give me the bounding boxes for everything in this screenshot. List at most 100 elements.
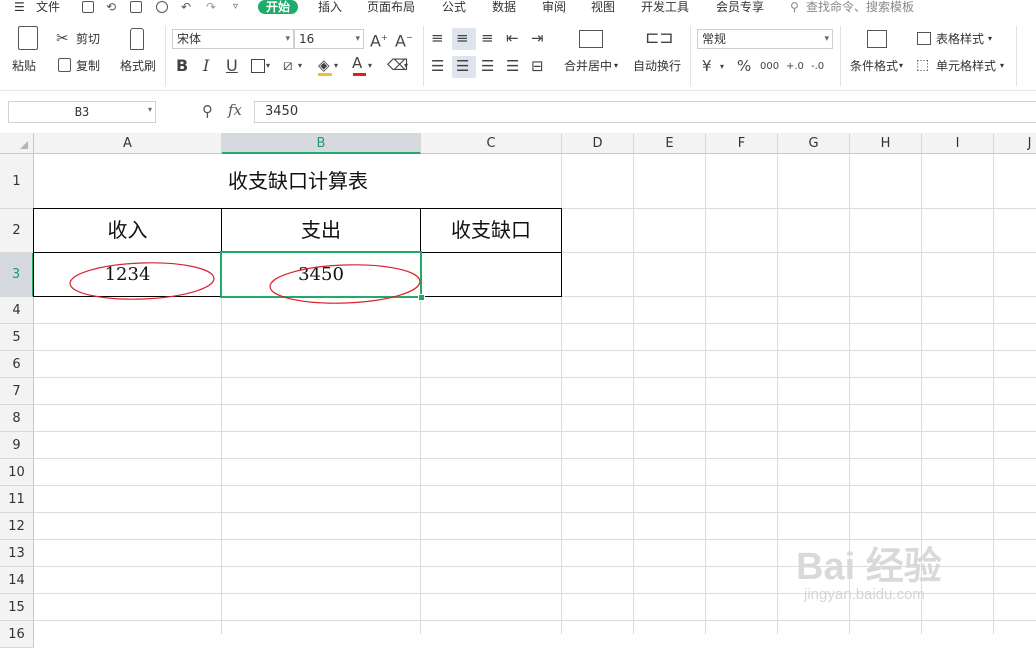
chevron-down-icon[interactable]: ▾ [266,57,270,75]
cell-shading-icon[interactable]: ⧄ [283,56,293,74]
print-preview-icon[interactable] [156,1,168,13]
decrease-indent-icon[interactable]: ⇤ [506,29,519,47]
fx-button[interactable]: fx [228,101,242,119]
watermark-url: jingyan.baidu.com [804,586,925,603]
zoom-search-icon[interactable]: ⚲ [202,102,213,120]
chevron-down-icon[interactable]: ▾ [404,57,408,75]
table-style-icon[interactable] [917,32,931,45]
align-left-icon[interactable]: ☰ [431,57,444,75]
number-format-value: 常规 [702,32,727,46]
ribbon: 粘贴 ✂ 剪切 复制 格式刷 宋体 ▾ 16 ▾ A+ A− B I U ▾ ⧄ ▾… [0,16,1036,91]
format-painter-button[interactable]: 格式刷 [120,59,156,73]
tab-review[interactable]: 审阅 [542,0,566,14]
italic-button[interactable]: I [203,57,209,75]
align-bottom-icon[interactable]: ≡ [481,29,494,47]
font-name-select[interactable]: 宋体 ▾ [172,29,294,49]
command-search[interactable]: 查找命令、搜索模板 [806,0,914,14]
table-style-button[interactable]: 表格样式 [936,32,984,46]
print-icon[interactable] [130,1,142,13]
bold-button[interactable]: B [176,57,188,75]
chevron-down-icon[interactable]: ▾ [298,57,302,75]
quick-access-more-icon[interactable]: ▿ [233,0,238,14]
merge-center-button[interactable]: 合并居中 [564,59,612,73]
paste-button[interactable]: 粘贴 [12,59,36,73]
separator [423,26,424,86]
separator [1016,26,1017,86]
sync-icon[interactable]: ⟲ [106,0,116,14]
format-painter-icon[interactable] [130,28,144,50]
tab-data[interactable]: 数据 [492,0,516,14]
cell-style-icon[interactable]: ⬚ [916,56,929,74]
annotation-ellipse-income [69,262,215,300]
tab-formulas[interactable]: 公式 [442,0,466,14]
justify-icon[interactable]: ☰ [506,57,519,75]
menu-bar: ☰ 文件 ⟲ ↶ ↷ ▿ 开始 插入 页面布局 公式 数据 审阅 视图 开发工具… [0,0,1036,16]
paste-icon[interactable] [18,26,38,50]
name-box[interactable]: B3 [8,101,156,123]
copy-icon[interactable] [58,58,71,72]
annotation-ellipse-expense [269,264,421,304]
font-size-value: 16 [299,32,315,46]
currency-button[interactable]: ¥ [702,57,712,75]
increase-indent-icon[interactable]: ⇥ [531,29,544,47]
scissors-icon[interactable]: ✂ [56,29,69,47]
tab-page-layout[interactable]: 页面布局 [367,0,415,14]
merge-center-icon[interactable] [579,30,603,48]
separator [165,26,166,86]
watermark-logo: Bai 经验 [796,546,942,588]
cell-style-button[interactable]: 单元格样式 [936,59,996,73]
chevron-down-icon[interactable]: ▾ [899,59,903,73]
fill-color-icon[interactable]: ◈ [318,56,330,74]
thousands-separator-button[interactable]: 000 [760,58,779,76]
redo-icon[interactable]: ↷ [206,0,216,14]
tab-member[interactable]: 会员专享 [716,0,764,14]
formula-bar: B3 ▾ ⚲ fx 3450 [0,98,1036,126]
wrap-text-icon[interactable]: ⊏⊐ [645,29,674,47]
tab-developer[interactable]: 开发工具 [641,0,689,14]
align-right-icon[interactable]: ☰ [481,57,494,75]
borders-icon[interactable] [251,59,265,73]
copy-button[interactable]: 复制 [76,59,100,73]
formula-value: 3450 [265,104,299,119]
distributed-icon[interactable]: ⊟ [531,57,544,75]
chevron-down-icon: ▾ [355,34,360,44]
underline-button[interactable]: U [226,57,238,75]
percent-button[interactable]: % [737,57,751,75]
align-center-icon[interactable]: ☰ [456,57,469,75]
decrease-decimal-button[interactable]: -.0 [811,58,824,76]
conditional-format-icon[interactable] [867,30,887,48]
wrap-text-button[interactable]: 自动换行 [633,59,681,73]
increase-font-icon[interactable]: A+ [370,29,388,50]
chevron-down-icon[interactable]: ▾ [148,105,152,114]
search-icon: ⚲ [790,0,799,14]
undo-icon[interactable]: ↶ [181,0,191,14]
tab-view[interactable]: 视图 [591,0,615,14]
conditional-format-button[interactable]: 条件格式 [850,59,898,73]
chevron-down-icon[interactable]: ▾ [1000,59,1004,73]
chevron-down-icon[interactable]: ▾ [368,57,372,75]
menu-file[interactable]: 文件 [36,0,60,14]
chevron-down-icon[interactable]: ▾ [334,57,338,75]
chevron-down-icon[interactable]: ▾ [988,32,992,46]
hamburger-icon[interactable]: ☰ [14,0,25,14]
align-top-icon[interactable]: ≡ [431,29,444,47]
chevron-down-icon: ▾ [824,34,829,44]
font-size-select[interactable]: 16 ▾ [294,29,364,49]
save-icon[interactable] [82,1,94,13]
font-color-button[interactable]: A [352,54,362,72]
chevron-down-icon[interactable]: ▾ [720,58,724,76]
formula-input[interactable]: 3450 [254,101,1036,123]
chevron-down-icon: ▾ [285,34,290,44]
chevron-down-icon[interactable]: ▾ [614,59,618,73]
align-middle-icon[interactable]: ≡ [456,29,469,47]
number-format-select[interactable]: 常规 ▾ [697,29,833,49]
decrease-font-icon[interactable]: A− [395,29,413,50]
tab-home[interactable]: 开始 [258,0,299,14]
separator [840,26,841,86]
increase-decimal-button[interactable]: +.0 [786,58,804,76]
cut-button[interactable]: 剪切 [76,32,100,46]
font-name-value: 宋体 [177,32,202,46]
tab-insert[interactable]: 插入 [318,0,342,14]
spreadsheet-grid[interactable]: A B C D E F G H I J 1 2 3 4 5 6 7 8 9 10… [0,133,1036,648]
name-box-value: B3 [74,105,90,119]
